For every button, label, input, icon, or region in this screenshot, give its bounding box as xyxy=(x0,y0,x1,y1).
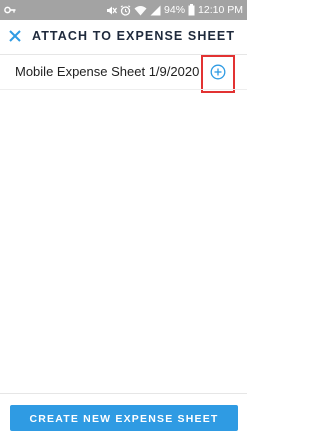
list-item-label: Mobile Expense Sheet 1/9/2020 xyxy=(15,64,200,79)
header: ATTACH TO EXPENSE SHEET xyxy=(0,20,247,53)
key-icon xyxy=(4,6,16,14)
clock: 12:10 PM xyxy=(198,4,243,16)
alarm-icon xyxy=(120,4,131,16)
close-icon[interactable] xyxy=(6,27,24,45)
signal-icon xyxy=(150,5,161,15)
battery-percent: 94% xyxy=(164,4,186,16)
wifi-icon xyxy=(134,5,147,15)
footer-divider xyxy=(0,393,247,394)
list-divider xyxy=(0,89,247,90)
battery-icon xyxy=(188,4,195,16)
add-circle-icon[interactable] xyxy=(210,64,226,80)
page-title: ATTACH TO EXPENSE SHEET xyxy=(32,29,236,43)
status-bar: 94% 12:10 PM xyxy=(0,0,247,20)
status-icons: 94% 12:10 PM xyxy=(106,0,243,20)
mute-icon xyxy=(107,6,118,14)
create-new-expense-sheet-button[interactable]: CREATE NEW EXPENSE SHEET xyxy=(10,405,238,431)
